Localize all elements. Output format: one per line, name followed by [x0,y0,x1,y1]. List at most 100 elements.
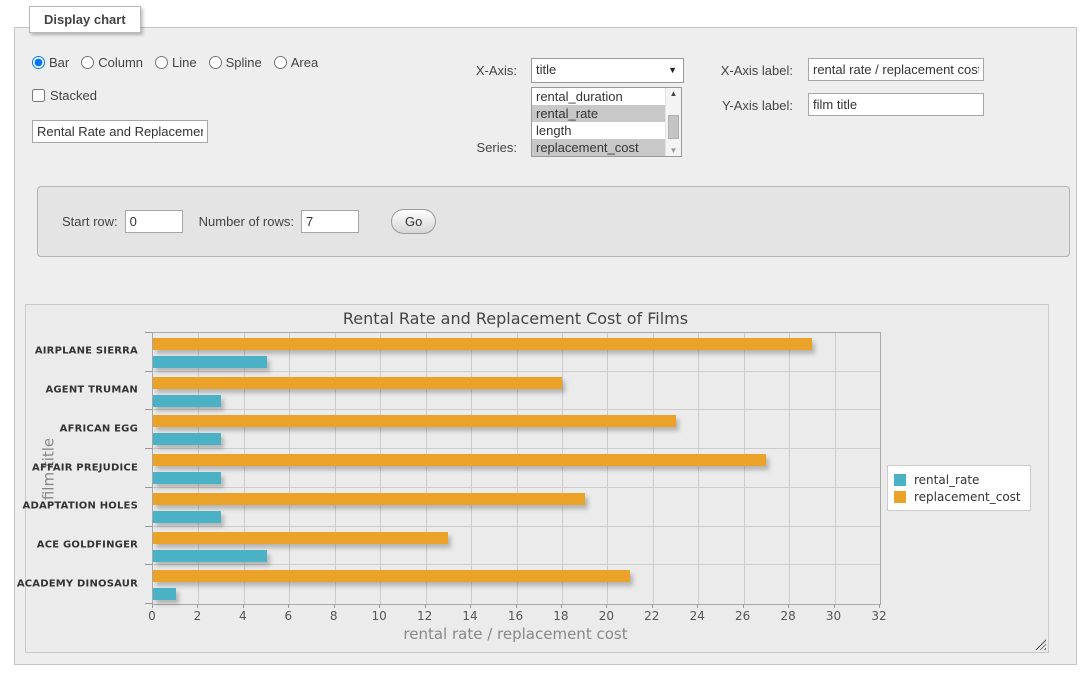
stacked-label: Stacked [50,88,97,103]
x-tick-label: 28 [780,609,795,623]
x-tick-label: 4 [239,609,247,623]
x-tick-mark [652,604,653,608]
num-rows-label: Number of rows: [199,214,294,229]
replacement_cost-bar[interactable] [153,377,562,389]
chart-container: Rental Rate and Replacement Cost of Film… [25,304,1049,653]
x-tick-mark [379,604,380,608]
rental_rate-bar[interactable] [153,472,221,484]
x-tick-mark [470,604,471,608]
scroll-up-icon[interactable]: ▲ [666,89,681,98]
rental_rate-bar[interactable] [153,511,221,523]
chart-type-radio-spline[interactable] [209,56,222,69]
x-axis-select-label: X-Axis: [395,63,517,78]
resize-handle-icon[interactable] [1035,639,1046,650]
chart-type-radio-area[interactable] [274,56,287,69]
row-range-box: Start row: Number of rows: Go [37,186,1070,257]
category-label: AFFAIR PREJUDICE [32,462,138,473]
category-row [153,372,880,411]
legend-swatch [894,491,906,503]
stacked-checkbox[interactable] [32,89,45,102]
x-tick-label: 0 [148,609,156,623]
category-row [153,488,880,527]
x-tick-mark [425,604,426,608]
replacement_cost-bar[interactable] [153,454,766,466]
scroll-down-icon[interactable]: ▼ [666,146,681,155]
x-tick-mark [743,604,744,608]
panel-title: Display chart [29,6,141,33]
chart-type-radio-bar[interactable] [32,56,45,69]
chart-type-option-bar[interactable]: Bar [32,55,69,70]
rental_rate-bar[interactable] [153,433,221,445]
legend-swatch [894,474,906,486]
category-label: ACADEMY DINOSAUR [17,578,138,589]
legend-entry-rental_rate[interactable]: rental_rate [894,471,1021,488]
chart-type-radio-column[interactable] [81,56,94,69]
chart-title: Rental Rate and Replacement Cost of Film… [152,309,879,328]
replacement_cost-bar[interactable] [153,415,676,427]
y-tick-mark [145,371,152,372]
x-tick-mark [334,604,335,608]
start-row-label: Start row: [62,214,118,229]
replacement_cost-bar[interactable] [153,570,630,582]
category-label: AIRPLANE SIERRA [35,346,138,357]
plot-area [152,332,881,605]
x-tick-label: 2 [194,609,202,623]
category-row [153,449,880,488]
y-tick-mark [145,448,152,449]
x-tick-label: 20 [599,609,614,623]
chart-category-labels: AIRPLANE SIERRAAGENT TRUMANAFRICAN EGGAF… [26,332,145,603]
x-tick-mark [516,604,517,608]
rental_rate-bar[interactable] [153,356,267,368]
num-rows-input[interactable] [301,210,359,233]
bars-layer [153,333,880,604]
rental_rate-bar[interactable] [153,588,176,600]
y-axis-label-input[interactable] [808,93,984,116]
chart-legend: rental_ratereplacement_cost [887,465,1031,511]
x-axis-label-input[interactable] [808,58,984,81]
chart-type-option-line[interactable]: Line [155,55,197,70]
x-tick-label: 26 [735,609,750,623]
legend-entry-replacement_cost[interactable]: replacement_cost [894,488,1021,505]
category-row [153,527,880,566]
replacement_cost-bar[interactable] [153,338,812,350]
chart-type-option-spline[interactable]: Spline [209,55,262,70]
chart-type-option-column[interactable]: Column [81,55,143,70]
x-tick-mark [561,604,562,608]
chart-type-label: Column [98,55,143,70]
start-row-input[interactable] [125,210,183,233]
x-tick-mark [834,604,835,608]
display-chart-panel: Display chart BarColumnLineSplineArea St… [14,27,1077,665]
category-label: AFRICAN EGG [60,423,138,434]
y-tick-mark [145,332,152,333]
category-row [153,410,880,449]
category-row [153,565,880,604]
chart-type-radio-line[interactable] [155,56,168,69]
series-option-replacement_cost[interactable]: replacement_cost [532,139,681,156]
x-tick-mark [788,604,789,608]
chart-type-option-area[interactable]: Area [274,55,318,70]
y-tick-mark [145,526,152,527]
x-tick-label: 14 [462,609,477,623]
x-tick-label: 18 [553,609,568,623]
series-option-length[interactable]: length [532,122,681,139]
x-axis-select-value: title [536,62,556,77]
rental_rate-bar[interactable] [153,395,221,407]
chart-title-input[interactable] [32,120,208,143]
category-row [153,333,880,372]
x-axis-label-label: X-Axis label: [645,63,793,78]
x-tick-label: 30 [826,609,841,623]
y-tick-mark [145,564,152,565]
x-tick-label: 8 [330,609,338,623]
go-button[interactable]: Go [391,209,436,234]
x-tick-mark [288,604,289,608]
y-tick-mark [145,409,152,410]
replacement_cost-bar[interactable] [153,532,448,544]
rental_rate-bar[interactable] [153,550,267,562]
category-label: ADAPTATION HOLES [23,501,139,512]
x-tick-mark [697,604,698,608]
chart-x-axis-label: rental rate / replacement cost [152,625,879,643]
replacement_cost-bar[interactable] [153,493,585,505]
series-label: Series: [395,140,517,155]
stacked-checkbox-row[interactable]: Stacked [32,88,97,103]
scrollbar-thumb[interactable] [668,115,679,139]
